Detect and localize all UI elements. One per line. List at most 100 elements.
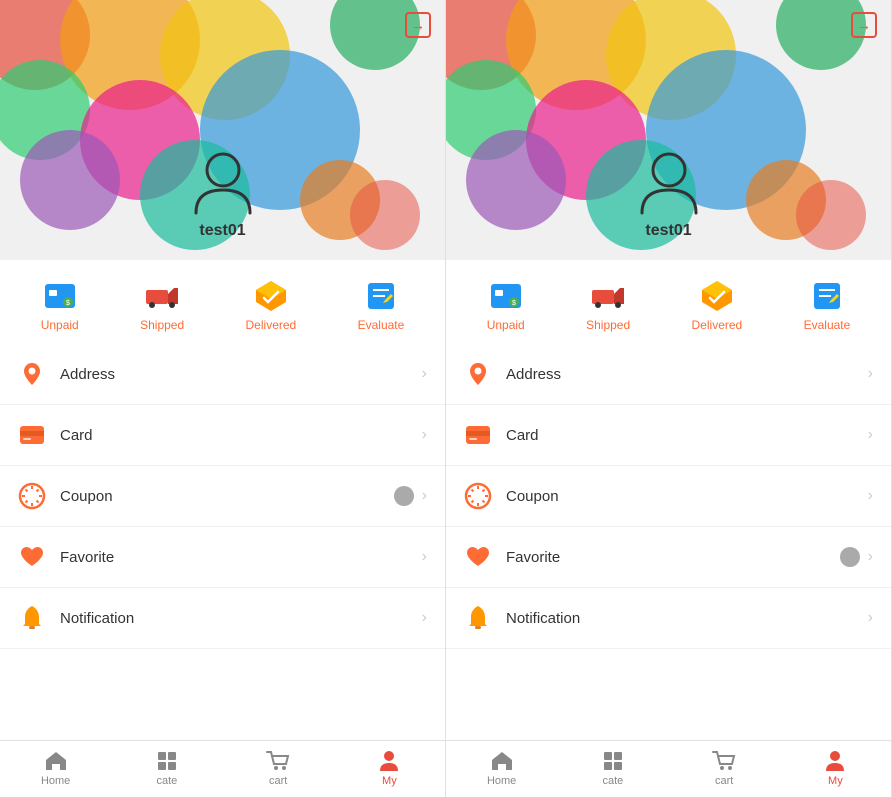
order-delivered-right[interactable]: Delivered: [692, 278, 743, 332]
bottom-nav-left: Home cate cart: [0, 740, 445, 797]
menu-favorite-left[interactable]: Favorite ›: [0, 527, 445, 588]
order-evaluate-right[interactable]: Evaluate: [804, 278, 851, 332]
avatar-area-left: test01: [188, 148, 258, 240]
order-shipped-left[interactable]: Shipped: [140, 278, 184, 332]
order-status-left: $ Unpaid Shipped Delivered: [0, 260, 445, 344]
nav-my-left[interactable]: My: [334, 749, 445, 787]
evaluate-label: Evaluate: [358, 318, 405, 332]
coupon-icon: [464, 482, 492, 510]
chevron-right-icon: ›: [868, 487, 873, 505]
order-delivered-left[interactable]: Delivered: [246, 278, 297, 332]
cate-icon: [601, 749, 625, 773]
chevron-right-icon: ›: [422, 548, 427, 566]
nav-cate-label-right: cate: [602, 775, 623, 787]
menu-coupon-right[interactable]: Coupon ›: [446, 466, 891, 527]
nav-home-label-left: Home: [41, 775, 70, 787]
menu-coupon-left[interactable]: Coupon ›: [0, 466, 445, 527]
right-panel: test01 $ Unpaid Shipped: [446, 0, 892, 797]
nav-home-left[interactable]: Home: [0, 749, 111, 787]
nav-cart-right[interactable]: cart: [669, 749, 780, 787]
order-unpaid-left[interactable]: $ Unpaid: [41, 278, 79, 332]
shipped-icon: [590, 278, 626, 314]
nav-my-label-right: My: [828, 775, 843, 787]
logout-button-right[interactable]: [851, 12, 877, 38]
chevron-right-icon: ›: [868, 365, 873, 383]
menu-card-right[interactable]: Card ›: [446, 405, 891, 466]
coupon-label-right: Coupon: [506, 488, 868, 505]
menu-notification-left[interactable]: Notification ›: [0, 588, 445, 649]
nav-home-right[interactable]: Home: [446, 749, 557, 787]
nav-my-label-left: My: [382, 775, 397, 787]
delivered-label: Delivered: [246, 318, 297, 332]
logout-button-left[interactable]: [405, 12, 431, 38]
notification-label-left: Notification: [60, 610, 422, 627]
deco-circle: [796, 180, 866, 250]
menu-address-right[interactable]: Address ›: [446, 344, 891, 405]
address-icon: [18, 360, 46, 388]
delivered-label: Delivered: [692, 318, 743, 332]
chevron-right-icon: ›: [422, 426, 427, 444]
cate-icon: [155, 749, 179, 773]
favorite-icon: [464, 543, 492, 571]
profile-header-left: test01: [0, 0, 445, 260]
shipped-label: Shipped: [140, 318, 184, 332]
chevron-right-icon: ›: [422, 365, 427, 383]
menu-address-left[interactable]: Address ›: [0, 344, 445, 405]
menu-card-left[interactable]: Card ›: [0, 405, 445, 466]
card-icon: [18, 421, 46, 449]
home-icon: [490, 749, 514, 773]
chevron-right-icon: ›: [868, 609, 873, 627]
bottom-nav-right: Home cate cart: [446, 740, 891, 797]
deco-circle: [20, 130, 120, 230]
deco-circle: [350, 180, 420, 250]
logout-icon-right: [851, 12, 877, 38]
menu-list-right: Address › Card ›: [446, 344, 891, 740]
nav-cart-label-right: cart: [715, 775, 733, 787]
svg-text:$: $: [66, 300, 70, 307]
my-icon-active-right: [823, 749, 847, 773]
menu-favorite-right[interactable]: Favorite ›: [446, 527, 891, 588]
address-label-right: Address: [506, 366, 868, 383]
evaluate-icon: [809, 278, 845, 314]
nav-my-right[interactable]: My: [780, 749, 891, 787]
nav-cart-label-left: cart: [269, 775, 287, 787]
evaluate-icon: [363, 278, 399, 314]
nav-home-label-right: Home: [487, 775, 516, 787]
favorite-label-right: Favorite: [506, 549, 840, 566]
order-shipped-right[interactable]: Shipped: [586, 278, 630, 332]
shipped-label: Shipped: [586, 318, 630, 332]
chevron-right-icon: ›: [422, 609, 427, 627]
profile-header-right: test01: [446, 0, 891, 260]
menu-list-left: Address › Card ›: [0, 344, 445, 740]
home-icon: [44, 749, 68, 773]
deco-circle: [466, 130, 566, 230]
address-icon: [464, 360, 492, 388]
order-evaluate-left[interactable]: Evaluate: [358, 278, 405, 332]
nav-cate-right[interactable]: cate: [557, 749, 668, 787]
unpaid-label: Unpaid: [41, 318, 79, 332]
nav-cart-left[interactable]: cart: [223, 749, 334, 787]
avatar-area-right: test01: [634, 148, 704, 240]
delivered-icon: [699, 278, 735, 314]
notification-label-right: Notification: [506, 610, 868, 627]
evaluate-label: Evaluate: [804, 318, 851, 332]
cart-icon: [266, 749, 290, 773]
shipped-icon: [144, 278, 180, 314]
left-panel: test01 $ Unpaid Shipped: [0, 0, 446, 797]
menu-notification-right[interactable]: Notification ›: [446, 588, 891, 649]
card-label-right: Card: [506, 427, 868, 444]
coupon-icon: [18, 482, 46, 510]
my-icon-active: [377, 749, 401, 773]
nav-cate-label-left: cate: [156, 775, 177, 787]
chevron-right-icon: ›: [868, 426, 873, 444]
username-right: test01: [645, 222, 691, 240]
nav-cate-left[interactable]: cate: [111, 749, 222, 787]
order-status-right: $ Unpaid Shipped Delivered: [446, 260, 891, 344]
card-label-left: Card: [60, 427, 422, 444]
chevron-right-icon: ›: [422, 487, 427, 505]
favorite-label-left: Favorite: [60, 549, 422, 566]
notification-icon: [464, 604, 492, 632]
unpaid-icon: $: [42, 278, 78, 314]
order-unpaid-right[interactable]: $ Unpaid: [487, 278, 525, 332]
unpaid-label: Unpaid: [487, 318, 525, 332]
